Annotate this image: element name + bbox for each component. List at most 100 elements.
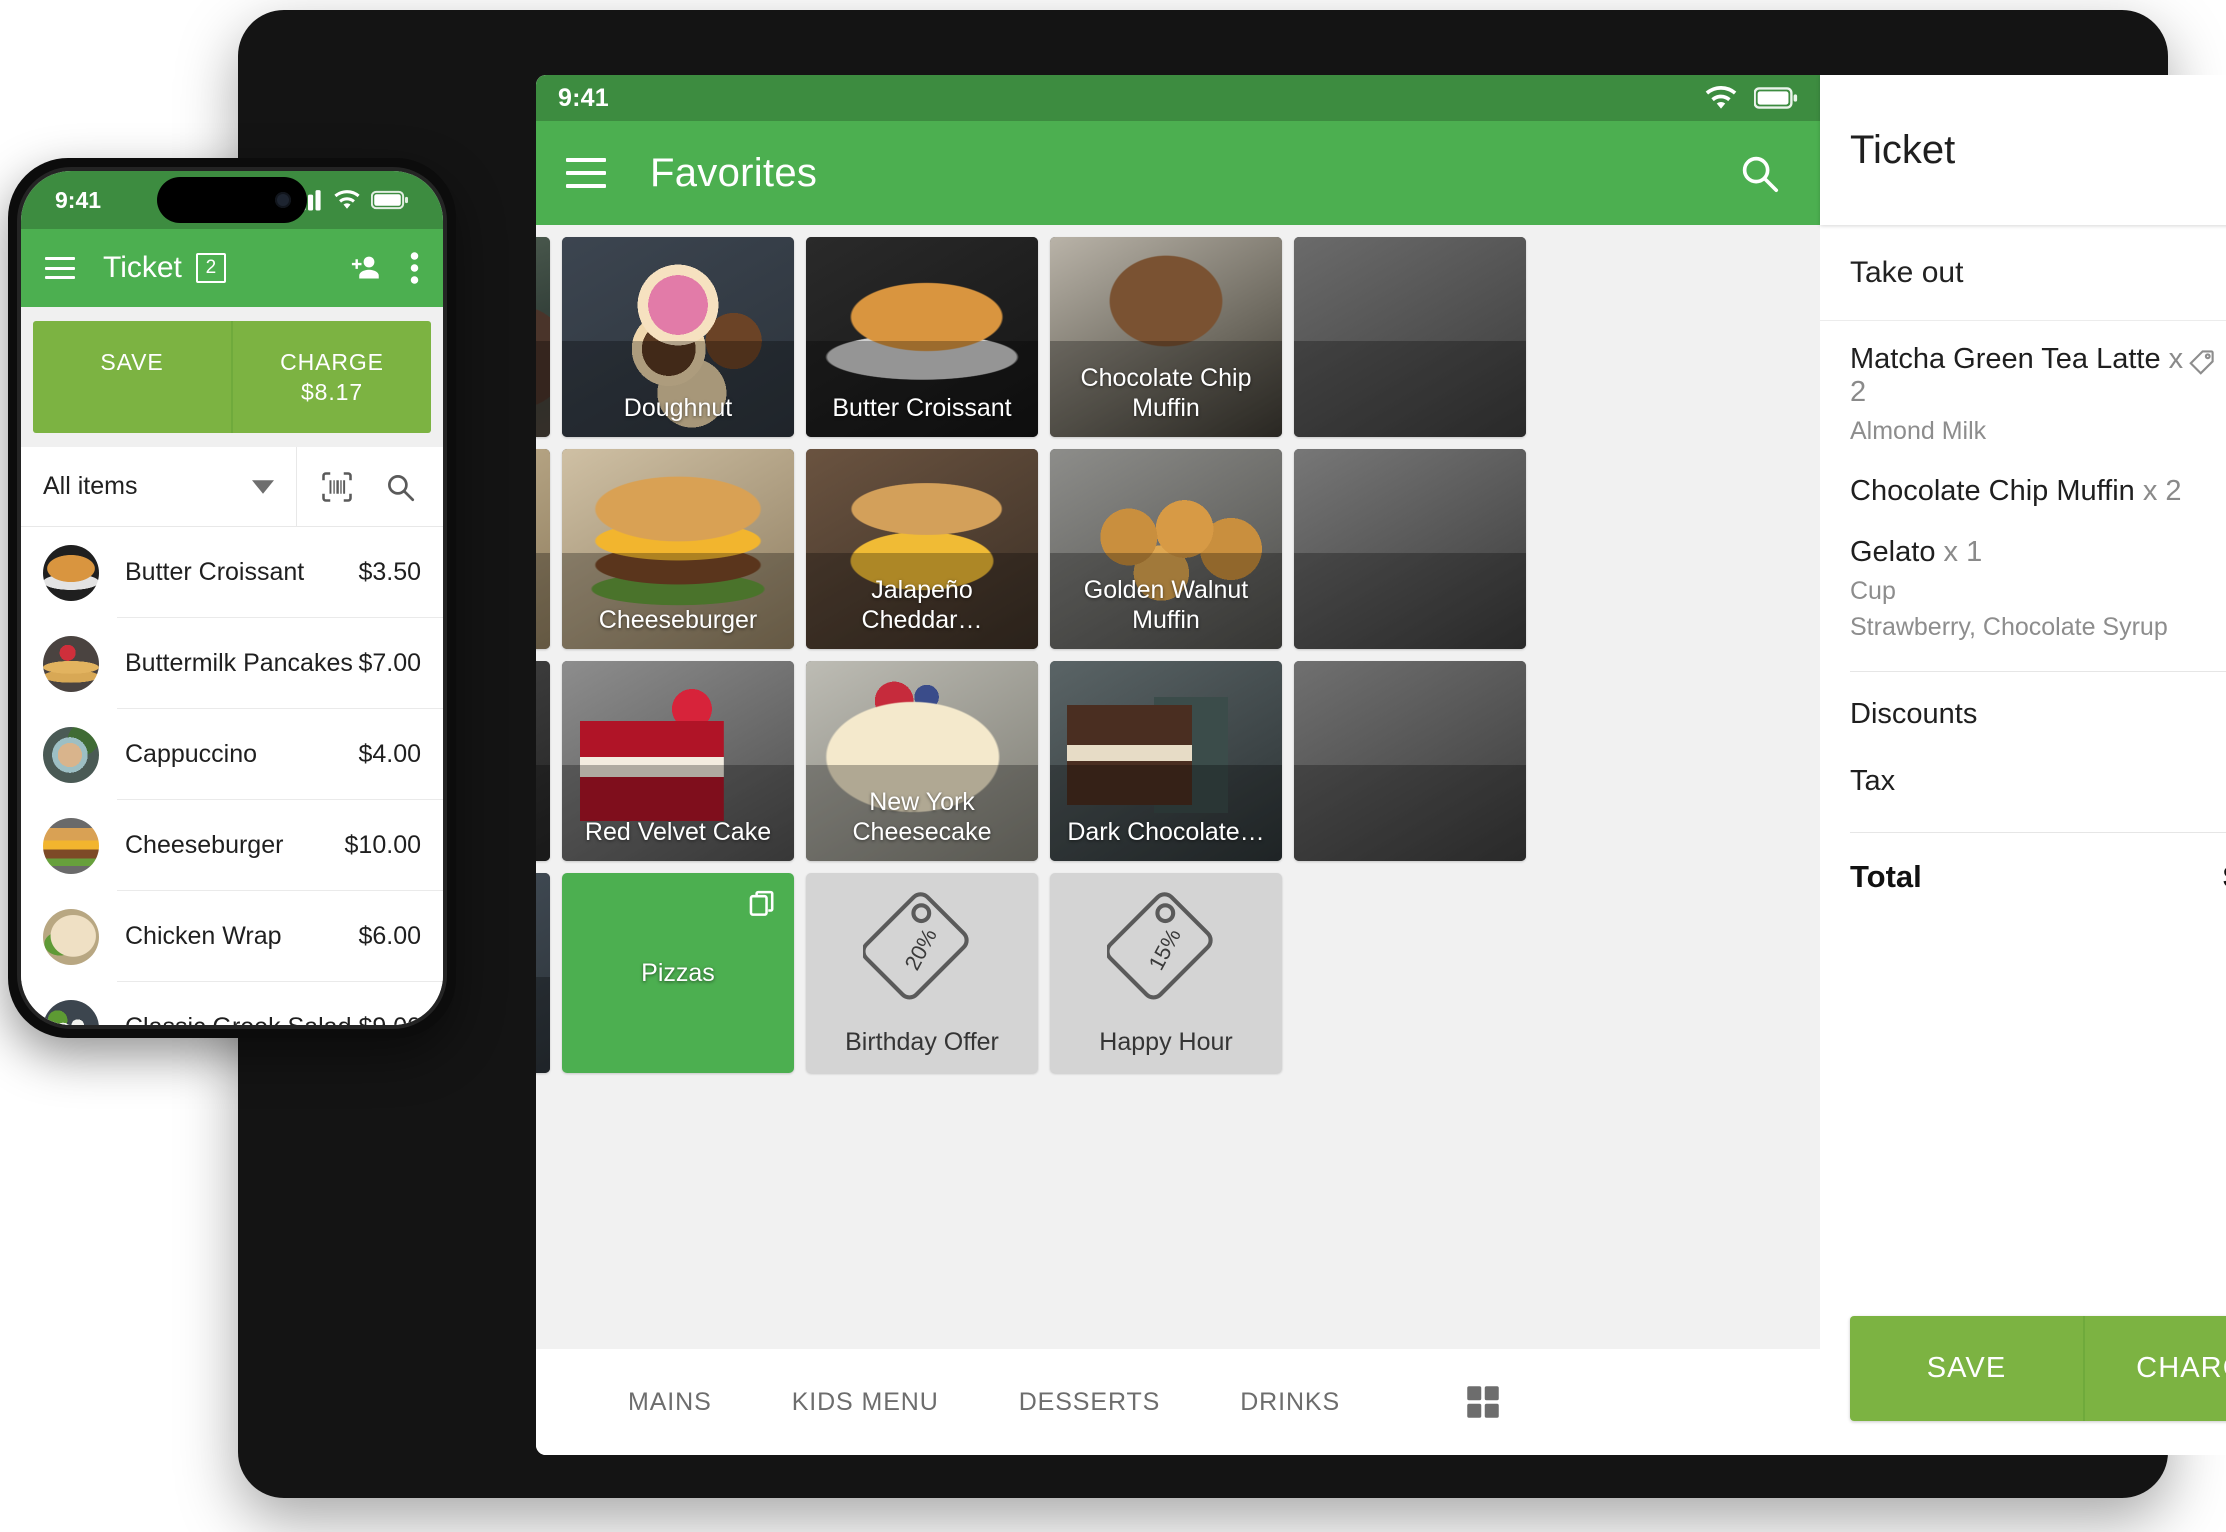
menu-tile-label: Jalapeño Cheddar… bbox=[861, 576, 983, 634]
ticket-line-item[interactable]: Matcha Green Tea Latte x 2 $8.60 Almond … bbox=[1850, 343, 2226, 447]
list-item[interactable]: Cappuccino $4.00 bbox=[21, 709, 443, 800]
wifi-icon bbox=[1704, 85, 1738, 111]
ticket-item-name: Matcha Green Tea Latte bbox=[1850, 343, 2161, 375]
list-item[interactable]: Cheeseburger $10.00 bbox=[21, 800, 443, 891]
menu-tile[interactable]: Doughnut bbox=[562, 237, 794, 437]
charge-button[interactable]: CHARGE bbox=[2083, 1316, 2226, 1421]
ticket-item-name: Chocolate Chip Muffin bbox=[1850, 475, 2135, 507]
offer-tile-happy-hour[interactable]: 15% Happy Hour bbox=[1050, 873, 1282, 1073]
ticket-items-list: Matcha Green Tea Latte x 2 $8.60 Almond … bbox=[1820, 321, 2226, 1290]
list-item-price: $7.00 bbox=[358, 649, 421, 677]
tab-kids-menu[interactable]: KIDS MENU bbox=[792, 1388, 939, 1417]
ticket-header: Ticket bbox=[1820, 75, 2226, 225]
ticket-item-qty: x 1 bbox=[1943, 536, 1983, 568]
list-item[interactable]: Butter Croissant $3.50 bbox=[21, 527, 443, 618]
list-item-price: $9.00 bbox=[358, 1013, 421, 1025]
price-tag-icon bbox=[2187, 347, 2217, 377]
phone-app-bar: Ticket 2 bbox=[21, 229, 443, 307]
add-person-icon[interactable] bbox=[348, 250, 384, 286]
cappuccino-thumbnail bbox=[43, 726, 99, 783]
menu-tile[interactable]: Golden Walnut Muffin bbox=[1050, 449, 1282, 649]
menu-grid-container: Cappuccino Doughnut Butter Croissant bbox=[536, 225, 1820, 1349]
save-button[interactable]: SAVE bbox=[1850, 1316, 2083, 1421]
menu-tile[interactable]: Cappuccino bbox=[536, 237, 550, 437]
menu-tile[interactable]: Cheeseburger bbox=[562, 449, 794, 649]
hamburger-menu-icon[interactable] bbox=[45, 257, 75, 279]
charge-button[interactable]: CHARGE $8.17 bbox=[231, 321, 431, 433]
pancakes-thumbnail bbox=[43, 635, 99, 692]
menu-tile-label: Chocolate Chip Muffin bbox=[1080, 364, 1252, 422]
summary-label: Tax bbox=[1850, 765, 1896, 797]
list-item[interactable]: Buttermilk Pancakes $7.00 bbox=[21, 618, 443, 709]
menu-tile[interactable]: Chicken Wrap bbox=[536, 449, 550, 649]
cheeseburger-thumbnail bbox=[43, 817, 99, 874]
menu-tile[interactable]: Strawberry Smoothie bbox=[536, 661, 550, 861]
battery-icon bbox=[371, 190, 409, 210]
tab-desserts[interactable]: DESSERTS bbox=[1019, 1388, 1161, 1417]
ticket-actions: SAVE CHARGE bbox=[1820, 1290, 2226, 1455]
hamburger-menu-icon[interactable] bbox=[566, 158, 606, 188]
menu-tile[interactable]: Butter Croissant bbox=[806, 237, 1038, 437]
list-item[interactable]: Classic Greek Salad $9.00 bbox=[21, 982, 443, 1025]
item-filter-select[interactable]: All items bbox=[21, 472, 296, 501]
ticket-summary-row: Discounts $1.29 bbox=[1850, 698, 2226, 731]
order-type-selector[interactable]: Take out bbox=[1820, 225, 2226, 321]
menu-category-tile-pizzas[interactable]: Pizzas bbox=[562, 873, 794, 1073]
menu-tile-label: Cappuccino bbox=[536, 393, 542, 423]
menu-tile-label: Butter Croissant bbox=[832, 394, 1012, 422]
menu-tile[interactable]: Classic Greek Salad bbox=[536, 873, 550, 1073]
ticket-line-item[interactable]: Gelato x 1 $3.00 Cup Strawberry, Chocola… bbox=[1850, 536, 2226, 643]
front-camera bbox=[275, 192, 291, 208]
phone-screen: 9:41 Ticket 2 SAVE CHARGE $8.17 All item… bbox=[21, 171, 443, 1025]
menu-tile[interactable] bbox=[1294, 661, 1526, 861]
menu-tile[interactable] bbox=[1294, 449, 1526, 649]
tab-drinks[interactable]: DRINKS bbox=[1240, 1388, 1340, 1417]
grid-view-icon[interactable] bbox=[1462, 1381, 1504, 1423]
tablet-status-time: 9:41 bbox=[558, 83, 609, 112]
ticket-total-row: Total $17.76 bbox=[1850, 859, 2226, 895]
ticket-item-qty: x 2 bbox=[2142, 475, 2182, 507]
charge-button-amount: $8.17 bbox=[300, 379, 364, 405]
ticket-line-item[interactable]: Chocolate Chip Muffin x 2 $6.00 bbox=[1850, 475, 2226, 508]
menu-tile-label: New York Cheesecake bbox=[852, 788, 992, 846]
copy-icon bbox=[746, 887, 780, 921]
ticket-count-badge: 2 bbox=[195, 253, 226, 283]
save-button[interactable]: SAVE bbox=[33, 321, 231, 433]
more-vertical-icon[interactable] bbox=[410, 251, 419, 285]
offer-tile-birthday[interactable]: 20% Birthday Offer bbox=[806, 873, 1038, 1073]
page-title: Favorites bbox=[650, 150, 818, 195]
phone-filter-bar: All items bbox=[21, 447, 443, 527]
chicken-wrap-thumbnail bbox=[43, 908, 99, 965]
menu-tile[interactable]: Dark Chocolate… bbox=[1050, 661, 1282, 861]
menu-tile[interactable]: Red Velvet Cake bbox=[562, 661, 794, 861]
ticket-summary-row: Tax $1.45 bbox=[1850, 765, 2226, 798]
list-item-name: Chicken Wrap bbox=[125, 922, 282, 950]
menu-tile-label: Cheeseburger bbox=[598, 606, 758, 634]
divider bbox=[1850, 832, 2226, 833]
menu-tile[interactable] bbox=[1294, 237, 1526, 437]
menu-tile[interactable]: Jalapeño Cheddar… bbox=[806, 449, 1038, 649]
search-icon[interactable] bbox=[383, 470, 417, 504]
search-icon[interactable] bbox=[1728, 142, 1790, 204]
phone-notch bbox=[157, 177, 307, 223]
menu-tile-empty bbox=[1294, 873, 1526, 1073]
ticket-title: Ticket bbox=[1850, 127, 1956, 172]
phone-page-title: Ticket bbox=[103, 251, 182, 284]
phone-status-bar: 9:41 bbox=[21, 171, 443, 229]
tablet-status-bar: 9:41 bbox=[536, 75, 1820, 121]
total-label: Total bbox=[1850, 859, 1922, 894]
order-type-value: Take out bbox=[1850, 255, 1964, 289]
menu-tile-label: Chicken Wrap bbox=[536, 605, 542, 635]
offer-tile-label: Birthday Offer bbox=[845, 1028, 999, 1056]
tab-mains[interactable]: MAINS bbox=[628, 1388, 712, 1417]
list-item-name: Cappuccino bbox=[125, 740, 258, 768]
offer-discount-value: 20% bbox=[899, 924, 941, 974]
menu-tile-label: Doughnut bbox=[623, 394, 733, 422]
menu-tile[interactable]: Chocolate Chip Muffin bbox=[1050, 237, 1282, 437]
menu-tile[interactable]: New York Cheesecake bbox=[806, 661, 1038, 861]
battery-icon bbox=[1754, 86, 1798, 110]
charge-button-label: CHARGE bbox=[280, 349, 384, 375]
barcode-scan-icon[interactable] bbox=[319, 469, 355, 505]
list-item[interactable]: Chicken Wrap $6.00 bbox=[21, 891, 443, 982]
list-item-price: $3.50 bbox=[358, 558, 421, 586]
